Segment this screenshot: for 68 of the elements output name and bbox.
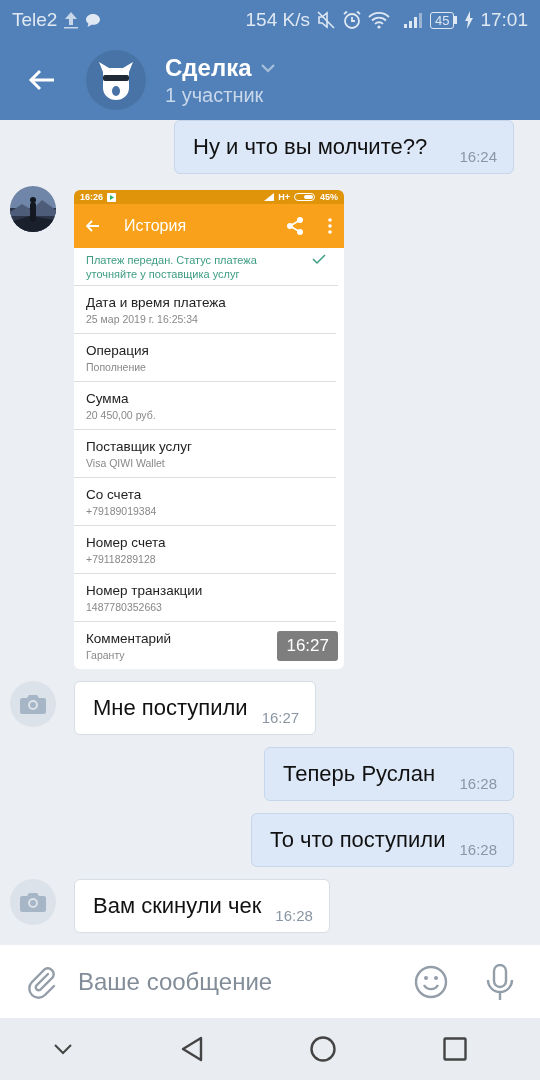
message-bubble[interactable]: Теперь Руслан 16:28 [264, 747, 514, 801]
field-value: 1487780352663 [86, 600, 162, 613]
phone-time: 16:26 [80, 192, 104, 202]
message-time: 16:24 [459, 148, 497, 165]
field-label: Комментарий [86, 630, 172, 646]
more-icon[interactable] [328, 218, 332, 234]
message-time: 16:27 [261, 709, 300, 726]
attach-icon[interactable] [26, 964, 58, 999]
screen-title: История [124, 217, 188, 235]
field-value: Visa QIWI Wallet [86, 456, 165, 469]
message-text: Ну и что вы молчите?? [193, 133, 428, 161]
chat-title[interactable]: Сделка [165, 53, 252, 82]
back-icon[interactable] [179, 1036, 204, 1062]
field-label: Дата и время платежа [86, 294, 226, 310]
field-value: +79189019384 [86, 504, 157, 517]
field-label: Поставщик услуг [86, 438, 192, 454]
field-label: Сумма [86, 390, 129, 406]
message-text: Вам скинули чек [93, 892, 262, 920]
upload-icon [63, 11, 80, 29]
chevron-down-icon[interactable] [259, 62, 276, 73]
message-text: То что поступили [269, 826, 446, 854]
wifi-icon [368, 11, 390, 29]
signal-icon [402, 11, 424, 29]
chat-icon [85, 12, 102, 28]
message-bubble[interactable]: Вам скинули чек 16:28 [74, 879, 330, 933]
message-text: Мне поступили [93, 694, 248, 722]
message-time: 16:28 [459, 775, 497, 792]
back-icon[interactable] [28, 68, 56, 92]
field-label: Операция [86, 342, 149, 358]
check-icon [312, 253, 326, 265]
message-bubble[interactable]: Ну и что вы молчите?? 16:24 [174, 120, 514, 174]
dog-icon [97, 60, 135, 100]
share-icon[interactable] [286, 216, 304, 236]
payment-status: Платеж передан. Статус платежа уточняйте у поставщика услуг [86, 253, 258, 281]
participant-count: 1 участник [165, 83, 265, 107]
alarm-icon [342, 10, 362, 30]
store-icon [107, 192, 117, 202]
battery-icon [294, 193, 316, 201]
home-icon[interactable] [310, 1036, 337, 1062]
message-bubble[interactable]: То что поступили 16:28 [250, 813, 514, 867]
camera-icon [19, 891, 47, 913]
message-time: 16:28 [459, 841, 497, 858]
field-label: Номер счета [86, 534, 166, 550]
field-value: +79118289128 [86, 552, 156, 565]
recent-apps-icon[interactable] [442, 1037, 467, 1061]
signal-icon [264, 193, 275, 201]
mute-icon [316, 10, 336, 30]
clock: 17:01 [480, 9, 528, 31]
screenshot-image[interactable] [74, 190, 344, 669]
camera-icon [19, 693, 47, 715]
charging-icon [464, 11, 475, 29]
field-value: 25 мар 2019 г. 16:25:34 [86, 312, 198, 325]
hide-keyboard-icon[interactable] [53, 1043, 74, 1055]
network-speed: 154 K/s [245, 9, 310, 31]
carrier-name: Tele2 [12, 9, 58, 31]
field-label: Номер транзакции [86, 582, 203, 598]
network-type: H+ [278, 192, 290, 202]
message-time: 16:27 [277, 631, 338, 661]
battery-percent: 45% [320, 192, 338, 202]
field-value: Пополнение [86, 360, 146, 373]
microphone-icon[interactable] [486, 963, 514, 1000]
message-time: 16:28 [275, 907, 313, 924]
field-value: 20 450,00 руб. [86, 408, 156, 421]
message-text: Теперь Руслан [283, 760, 436, 788]
field-value: Гаранту [86, 648, 125, 661]
message-bubble[interactable]: Мне поступили 16:27 [74, 681, 317, 735]
emoji-icon[interactable] [414, 964, 448, 999]
field-label: Со счета [86, 486, 142, 502]
